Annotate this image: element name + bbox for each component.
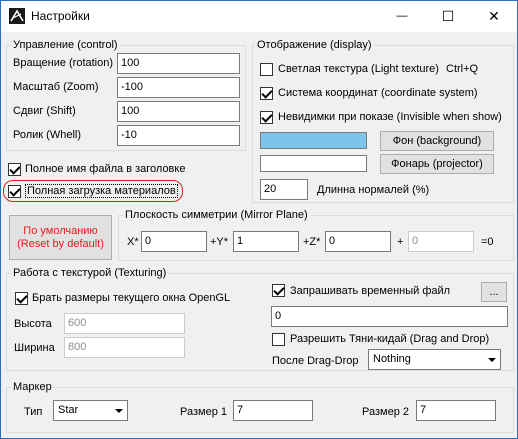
after-dd-value: Nothing xyxy=(373,353,411,365)
height-input[interactable]: 600 xyxy=(64,313,185,334)
window-size-checkbox[interactable] xyxy=(15,292,28,305)
coord-system-checkbox[interactable] xyxy=(260,87,273,100)
reset-default-line1: По умолчанию xyxy=(23,224,98,237)
mirror-x-label: X* xyxy=(127,236,139,248)
mirror-z-label: +Z* xyxy=(303,236,321,248)
zoom-input[interactable]: -100 xyxy=(117,77,240,98)
minimize-button[interactable]: — xyxy=(379,1,425,31)
invisible-label: Невидимки при показе (Invisible when sho… xyxy=(278,111,502,123)
marker-group-label: Маркер xyxy=(11,381,54,394)
chevron-down-icon xyxy=(483,350,500,369)
minimize-icon: — xyxy=(396,10,408,22)
app-icon xyxy=(9,8,25,24)
mirror-x-input[interactable]: 0 xyxy=(141,231,207,252)
marker-type-label: Тип xyxy=(24,406,43,418)
mirror-eq-label: =0 xyxy=(481,236,494,248)
maximize-icon: ☐ xyxy=(441,7,455,24)
mirror-y-input[interactable]: 1 xyxy=(233,231,299,252)
projector-button[interactable]: Фонарь (projector) xyxy=(380,154,494,174)
title-bar: Настройки — ☐ ✕ xyxy=(1,1,517,32)
light-texture-checkbox[interactable] xyxy=(260,63,273,76)
full-load-checkbox[interactable] xyxy=(8,185,21,198)
drag-drop-checkbox[interactable] xyxy=(272,333,285,346)
drag-drop-label: Разрешить Тяни-кидай (Drag and Drop) xyxy=(290,333,490,345)
marker-size1-label: Размер 1 xyxy=(180,406,227,418)
shift-label: Сдвиг (Shift) xyxy=(13,105,76,117)
projector-color-swatch xyxy=(260,155,367,172)
shift-input[interactable]: 100 xyxy=(117,101,240,122)
display-group-label: Отображение (display) xyxy=(255,39,374,52)
marker-size1-input[interactable]: 7 xyxy=(233,400,313,421)
full-filename-label: Полное имя файла в заголовке xyxy=(25,163,186,175)
texturing-group-label: Работа с текстурой (Texturing) xyxy=(11,267,169,280)
window-size-label: Брать размеры текущего окна OpenGL xyxy=(32,292,231,304)
temp-file-input[interactable]: 0 xyxy=(271,306,508,327)
control-group-label: Управление (control) xyxy=(11,39,120,52)
mirror-plus-label: + xyxy=(397,236,404,248)
full-load-label: Полная загрузка материалов xyxy=(25,184,178,198)
rotation-label: Вращение (rotation) xyxy=(13,57,114,69)
marker-type-select[interactable]: Star xyxy=(53,400,128,421)
reset-default-button[interactable]: По умолчанию (Reset by default) xyxy=(9,215,112,260)
width-label: Ширина xyxy=(14,342,55,354)
close-button[interactable]: ✕ xyxy=(471,1,517,31)
normals-label: Длинна нормалей (%) xyxy=(317,184,430,196)
temp-file-checkbox[interactable] xyxy=(272,284,285,297)
zoom-label: Масштаб (Zoom) xyxy=(13,81,99,93)
after-dd-label: После Drag-Drop xyxy=(272,355,359,367)
mirror-group-label: Плоскость симметрии (Mirror Plane) xyxy=(123,209,310,222)
maximize-button[interactable]: ☐ xyxy=(425,1,471,31)
settings-window: Настройки — ☐ ✕ Управление (control) Вра… xyxy=(0,0,518,439)
after-dd-select[interactable]: Nothing xyxy=(368,349,501,370)
coord-system-label: Система координат (coordinate system) xyxy=(278,87,478,99)
marker-size2-label: Размер 2 xyxy=(362,406,409,418)
mirror-z-input[interactable]: 0 xyxy=(325,231,391,252)
rotation-input[interactable]: 100 xyxy=(117,53,240,74)
full-filename-checkbox[interactable] xyxy=(8,163,21,176)
width-input[interactable]: 800 xyxy=(64,337,185,358)
close-icon: ✕ xyxy=(488,7,500,24)
height-label: Высота xyxy=(14,318,52,330)
wheel-label: Ролик (Whell) xyxy=(13,129,81,141)
background-color-swatch xyxy=(260,132,367,149)
chevron-down-icon xyxy=(110,401,127,420)
mirror-d-input[interactable]: 0 xyxy=(408,231,474,252)
reset-default-line2: (Reset by default) xyxy=(17,237,104,250)
browse-button[interactable]: ... xyxy=(481,282,507,302)
temp-file-label: Запрашивать временный файл xyxy=(290,285,451,297)
invisible-checkbox[interactable] xyxy=(260,111,273,124)
light-texture-label: Светлая текстура (Light texture) xyxy=(278,63,439,75)
background-button[interactable]: Фон (background) xyxy=(380,131,494,151)
wheel-input[interactable]: -10 xyxy=(117,125,240,146)
marker-size2-input[interactable]: 7 xyxy=(416,400,496,421)
light-texture-shortcut: Ctrl+Q xyxy=(446,63,479,75)
window-title: Настройки xyxy=(31,9,90,23)
mirror-y-label: +Y* xyxy=(210,236,229,248)
normals-input[interactable]: 20 xyxy=(260,179,308,200)
marker-type-value: Star xyxy=(58,404,79,416)
